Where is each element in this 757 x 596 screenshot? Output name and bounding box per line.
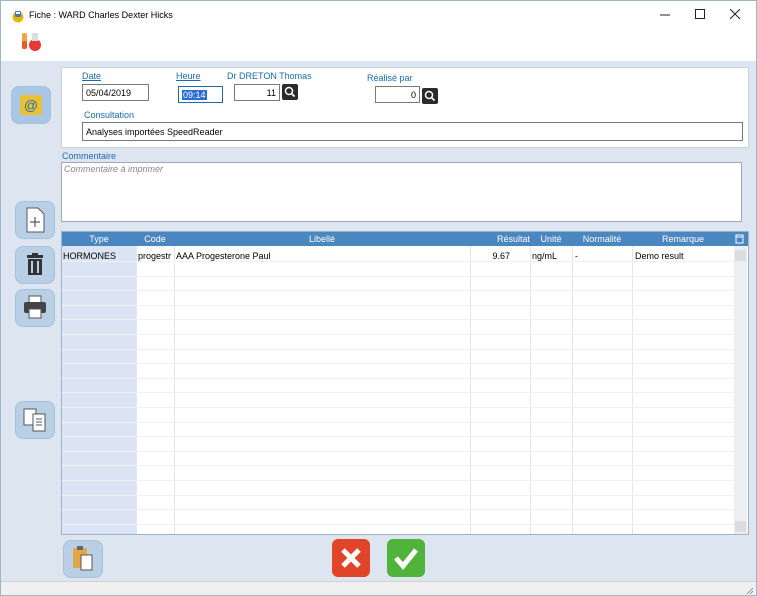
close-icon: [729, 8, 741, 20]
grid-row-line: [62, 451, 734, 452]
consultation-label: Consultation: [84, 110, 135, 120]
commentaire-field[interactable]: Commentaire à imprimer: [61, 162, 742, 222]
maximize-button[interactable]: [683, 1, 717, 31]
cell-normalite: -: [575, 251, 578, 261]
print-button[interactable]: [15, 289, 55, 327]
cell-resultat: 9.67: [492, 251, 510, 261]
grid-row-line: [62, 276, 734, 277]
date-field[interactable]: 05/04/2019: [82, 84, 149, 101]
col-header-libelle[interactable]: Libellé: [174, 232, 470, 246]
new-document-icon: [26, 207, 45, 233]
grid-row-line: [62, 349, 734, 350]
realise-field[interactable]: 0: [375, 86, 420, 103]
cancel-icon: [332, 539, 370, 577]
copy-documents-button[interactable]: [15, 401, 55, 439]
cell-unite: ng/mL: [532, 251, 558, 261]
grid-header: Type Code Libellé Résultat Unité Normali…: [62, 232, 748, 246]
cell-libelle: AAA Progesterone Paul: [176, 251, 271, 261]
minimize-button[interactable]: [648, 1, 682, 31]
grid-row-line: [62, 495, 734, 496]
heure-field[interactable]: 09:14: [178, 86, 223, 103]
grid-row-line: [62, 392, 734, 393]
cell-type: HORMONES: [63, 251, 117, 261]
grid-row-line: [62, 334, 734, 335]
title-bar: Fiche : WARD Charles Dexter Hicks: [1, 1, 756, 31]
cancel-button[interactable]: [332, 539, 370, 577]
grid-row-line: [62, 363, 734, 364]
grid-row-line: [62, 407, 734, 408]
doctor-label[interactable]: Dr DRETON Thomas: [227, 71, 312, 81]
at-icon: @: [20, 95, 42, 115]
scroll-down-button[interactable]: [735, 521, 746, 532]
cell-code: progestr: [138, 251, 172, 261]
grid-row-line: [62, 465, 734, 466]
window-title: Fiche : WARD Charles Dexter Hicks: [29, 10, 173, 20]
close-button[interactable]: [718, 1, 752, 31]
heure-value: 09:14: [182, 90, 207, 100]
grid-row-line: [62, 305, 734, 306]
grid-row-line: [62, 480, 734, 481]
test-tubes-icon[interactable]: [19, 31, 43, 53]
delete-button[interactable]: [15, 246, 55, 284]
col-header-unite[interactable]: Unité: [530, 232, 572, 246]
header-panel: Date 05/04/2019 Heure 09:14 Dr DRETON Th…: [61, 67, 749, 148]
search-icon: [284, 86, 296, 98]
grid-row-line: [62, 378, 734, 379]
doctor-search-button[interactable]: [282, 84, 298, 100]
column-chooser-icon[interactable]: [735, 234, 745, 244]
grid-row-line: [62, 509, 734, 510]
search-icon: [424, 90, 436, 102]
grid-row-line: [62, 319, 734, 320]
vial-icon: [12, 11, 24, 23]
col-header-code[interactable]: Code: [136, 232, 174, 246]
resize-grip-icon[interactable]: [744, 585, 754, 595]
paste-icon: [73, 546, 93, 571]
grid-row-line: [62, 436, 734, 437]
paste-button[interactable]: [63, 540, 103, 578]
col-header-resultat[interactable]: Résultat: [470, 232, 530, 246]
realise-search-button[interactable]: [422, 88, 438, 104]
confirm-button[interactable]: [387, 539, 425, 577]
print-icon: [24, 295, 46, 319]
grid-row-line: [62, 422, 734, 423]
cell-remarque: Demo result: [635, 251, 684, 261]
consultation-field[interactable]: Analyses importées SpeedReader: [82, 122, 743, 141]
doctor-field[interactable]: 11: [234, 84, 280, 101]
status-bar: [1, 581, 756, 595]
grid-row-line: [62, 290, 734, 291]
copy-documents-icon: [23, 408, 46, 432]
bottom-bar: [1, 536, 756, 581]
maximize-icon: [695, 9, 705, 19]
grid-row-line: [62, 261, 734, 262]
grid-row-line: [62, 524, 734, 525]
vertical-scrollbar[interactable]: [734, 246, 747, 534]
col-header-remarque[interactable]: Remarque: [632, 232, 734, 246]
scroll-up-button[interactable]: [735, 250, 746, 261]
col-header-type[interactable]: Type: [62, 232, 136, 246]
email-button[interactable]: @: [11, 86, 51, 124]
date-label: Date: [82, 71, 102, 81]
svg-text:@: @: [24, 97, 38, 113]
trash-icon: [27, 253, 43, 275]
fiche-window: Fiche : WARD Charles Dexter Hicks @ Date…: [0, 0, 757, 596]
realise-label: Réalisé par: [367, 73, 413, 83]
results-grid[interactable]: Type Code Libellé Résultat Unité Normali…: [61, 231, 749, 535]
commentaire-label: Commentaire: [62, 151, 117, 161]
col-header-normalite[interactable]: Normalité: [572, 232, 632, 246]
new-document-button[interactable]: [15, 201, 55, 239]
minimize-icon: [660, 14, 670, 16]
confirm-icon: [387, 539, 425, 577]
heure-label: Heure: [176, 71, 201, 81]
